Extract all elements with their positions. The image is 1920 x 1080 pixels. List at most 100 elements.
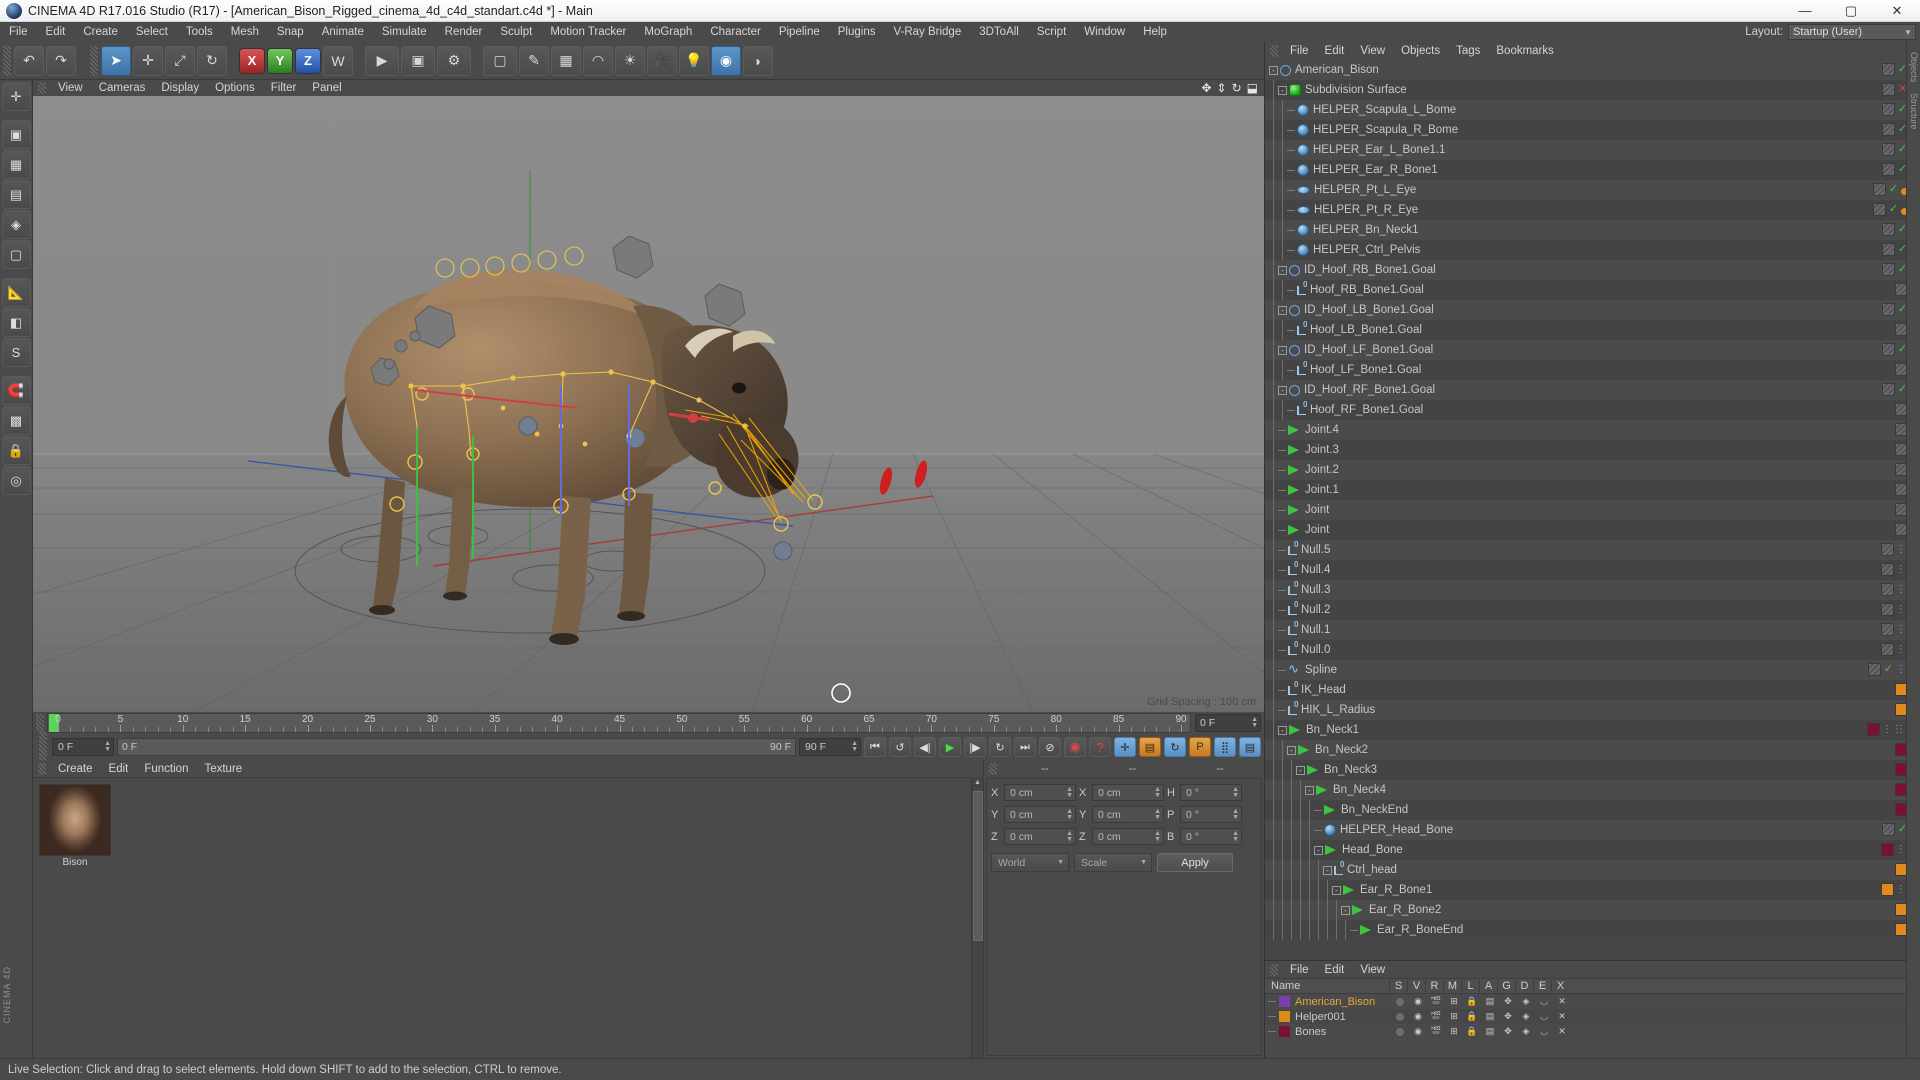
spinner-icon[interactable]: ▲ ▼ [1251,716,1258,729]
spinner-icon[interactable]: ▲ ▼ [1066,808,1073,821]
spinner-icon[interactable]: ▲ ▼ [104,740,111,753]
object-row[interactable]: - American_Bison ✓ [1265,60,1912,80]
current-frame-field[interactable]: 0 F ▲ ▼ [1195,714,1261,732]
tag-disabled[interactable] [1882,303,1895,316]
object-row[interactable]: - ID_Hoof_RF_Bone1.Goal ✓ [1265,380,1912,400]
layer-solo-cell[interactable] [1391,1027,1409,1036]
tag-orange[interactable] [1881,883,1894,896]
size-y-input[interactable]: 0 cm ▲ ▼ [1092,806,1164,823]
scale-key-button[interactable]: ↻ [1164,737,1186,757]
rotation-h-input[interactable]: 0 ° ▲ ▼ [1180,784,1242,801]
expand-toggle[interactable]: - [1278,345,1287,355]
layer-cell-x[interactable]: ✕ [1553,1026,1571,1037]
cube-primitive-button[interactable]: ▢ [483,45,517,76]
autokeying-button[interactable]: ⊘ [1039,737,1061,757]
tag-disabled[interactable] [1873,203,1886,216]
toolbar-grip-2[interactable] [90,45,98,76]
object-row[interactable]: - Head_Bone ⋮⋮ [1265,840,1912,860]
layer-color-swatch[interactable] [1279,1011,1290,1022]
viewport-menu-options[interactable]: Options [207,82,263,94]
size-z-input[interactable]: 0 cm ▲ ▼ [1092,828,1164,845]
layer-cell-g[interactable]: ✥ [1499,1026,1517,1037]
layer-cell-m[interactable]: ⊞ [1445,1026,1463,1037]
menu-item-create[interactable]: Create [74,22,127,42]
menu-item-render[interactable]: Render [436,22,492,42]
maximize-button[interactable]: ▢ [1828,0,1874,22]
render-region-button[interactable]: ▣ [401,45,435,76]
layer-cell-e[interactable]: ◡ [1535,1026,1553,1037]
menu-item-3dtoall[interactable]: 3DToAll [970,22,1028,42]
layer-cell-v[interactable]: ◉ [1409,1026,1427,1037]
scale-tool-button[interactable]: ⤢ [165,45,195,76]
powerslider-grip[interactable] [39,732,47,762]
tag-disabled[interactable] [1881,563,1894,576]
layer-cell-a[interactable]: ▤ [1481,996,1499,1007]
s-icon[interactable]: S [1,338,31,367]
tag-disabled[interactable] [1882,343,1895,356]
tag-disabled[interactable] [1882,63,1895,76]
object-row[interactable]: HELPER_Scapula_R_Bome ✓ [1265,120,1912,140]
object-row[interactable]: Spline ✓⋮⋮ [1265,660,1912,680]
expand-toggle[interactable]: - [1305,785,1314,795]
layer-cell-d[interactable]: ◈ [1517,996,1535,1007]
layer-menu-view[interactable]: View [1352,964,1393,976]
menu-item-file[interactable]: File [0,22,37,42]
spinner-icon[interactable]: ▲ ▼ [1232,786,1239,799]
expand-toggle[interactable]: - [1341,905,1350,915]
expand-toggle[interactable]: - [1278,385,1287,395]
sculpt-button[interactable]: ◗ [743,45,773,76]
menu-item-sculpt[interactable]: Sculpt [491,22,541,42]
layer-solo-cell[interactable] [1391,1012,1409,1021]
axis-y-button[interactable]: Y [267,47,293,74]
box-icon[interactable]: ▢ [1,240,31,269]
previous-frame-button[interactable]: ◀| [914,737,936,757]
layer-cell-l[interactable]: 🔒 [1463,1026,1481,1037]
expand-toggle[interactable]: - [1332,885,1341,895]
object-row[interactable]: Null.0 ⋮⋮ [1265,640,1912,660]
layer-cell-m[interactable]: ⊞ [1445,1011,1463,1022]
play-backwards-button[interactable]: ↺ [889,737,911,757]
object-row[interactable]: Bn_NeckEnd [1265,800,1912,820]
layer-cell-e[interactable]: ◡ [1535,1011,1553,1022]
spinner-icon[interactable]: ▲ ▼ [1154,808,1161,821]
position-x-input[interactable]: 0 cm ▲ ▼ [1004,784,1076,801]
tag-disabled[interactable] [1882,263,1895,276]
object-row[interactable]: HELPER_Ear_R_Bone1 ✓ [1265,160,1912,180]
spinner-icon[interactable]: ▲ ▼ [851,740,858,753]
object-row[interactable]: - Ctrl_head [1265,860,1912,880]
menu-item-edit[interactable]: Edit [37,22,75,42]
record-button[interactable]: ◉ [1064,737,1086,757]
next-frame-button[interactable]: |▶ [964,737,986,757]
object-manager-grip[interactable] [1270,45,1278,57]
spinner-icon[interactable]: ▲ ▼ [1154,786,1161,799]
go-to-end-button[interactable]: ⏭ [1014,737,1036,757]
object-row[interactable]: - Bn_Neck4 [1265,780,1912,800]
close-button[interactable]: ✕ [1874,0,1920,22]
object-row[interactable]: Joint.1 [1265,480,1912,500]
object-row[interactable]: Null.3 ⋮⋮ [1265,580,1912,600]
magnet-icon[interactable]: 🧲 [1,376,31,405]
axis-lock-icon[interactable]: ✛ [1,82,31,111]
menu-item-animate[interactable]: Animate [313,22,373,42]
layer-cell-r[interactable]: 🎬 [1427,1011,1445,1022]
preview-range-slider[interactable]: 0 F 90 F [117,738,796,756]
object-row[interactable]: Hoof_RB_Bone1.Goal [1265,280,1912,300]
object-row[interactable]: HIK_L_Radius [1265,700,1912,720]
object-row[interactable]: Joint [1265,520,1912,540]
object-row[interactable]: Ear_R_BoneEnd [1265,920,1912,940]
record-selected-button[interactable]: ? [1089,737,1111,757]
transform-mode-select[interactable]: Scale ▼ [1074,853,1152,872]
material-menu-create[interactable]: Create [50,763,101,775]
tag-disabled[interactable] [1881,543,1894,556]
object-row[interactable]: Null.4 ⋮⋮ [1265,560,1912,580]
spinner-icon[interactable]: ▲ ▼ [1066,786,1073,799]
toolbar-grip[interactable] [3,45,11,76]
object-menu-view[interactable]: View [1352,45,1393,57]
tag-disabled[interactable] [1882,103,1895,116]
material-manager-grip[interactable] [38,762,46,775]
timeline-ruler[interactable]: 0 5 10 15 20 25 30 35 40 45 50 55 60 65 70 75 80 85 90 [47,713,1191,733]
tag-disabled[interactable] [1882,123,1895,136]
move-tool-button[interactable]: ✛ [133,45,163,76]
minimize-button[interactable]: — [1782,0,1828,22]
apply-button[interactable]: Apply [1157,853,1233,872]
